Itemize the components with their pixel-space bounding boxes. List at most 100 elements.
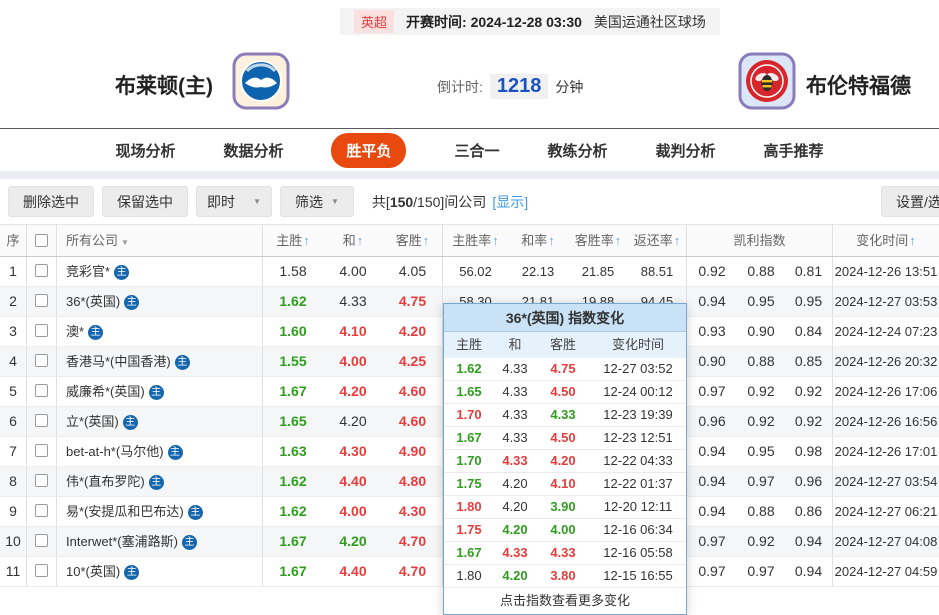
lose-odds[interactable]: 4.75: [399, 293, 426, 309]
win-odds[interactable]: 1.62: [279, 473, 306, 489]
company-name[interactable]: 伟*(直布罗陀): [66, 474, 145, 489]
nav-tab[interactable]: 教练分析: [548, 140, 608, 161]
company-name[interactable]: 澳*: [66, 324, 84, 339]
lose-odds[interactable]: 4.70: [399, 563, 426, 579]
draw-odds[interactable]: 4.00: [339, 353, 366, 369]
lose-odds[interactable]: 3.90: [550, 499, 575, 514]
draw-odds[interactable]: 4.20: [339, 383, 366, 399]
row-checkbox[interactable]: [35, 474, 48, 488]
show-link[interactable]: [显示]: [492, 194, 528, 210]
draw-odds[interactable]: 4.20: [339, 533, 366, 549]
win-odds[interactable]: 1.62: [279, 503, 306, 519]
lose-odds[interactable]: 4.00: [550, 522, 575, 537]
header-change-time-sort[interactable]: 变化时间↑: [833, 225, 939, 256]
company-name[interactable]: 易*(安提瓜和巴布达): [66, 504, 184, 519]
win-odds[interactable]: 1.67: [279, 563, 306, 579]
header-lose-sort[interactable]: 客胜↑: [383, 225, 443, 256]
lose-odds[interactable]: 4.33: [550, 545, 575, 560]
nav-tab[interactable]: 胜平负: [331, 132, 407, 168]
row-checkbox[interactable]: [35, 444, 48, 458]
company-name[interactable]: 10*(英国): [66, 564, 120, 579]
win-odds[interactable]: 1.70: [456, 453, 481, 468]
draw-odds[interactable]: 4.33: [339, 293, 366, 309]
company-name[interactable]: 香港马*(中国香港): [66, 354, 171, 369]
draw-odds[interactable]: 4.20: [502, 476, 527, 491]
draw-odds[interactable]: 4.33: [502, 361, 527, 376]
header-win-sort[interactable]: 主胜↑: [263, 225, 323, 256]
win-odds[interactable]: 1.67: [279, 533, 306, 549]
row-checkbox[interactable]: [35, 534, 48, 548]
row-checkbox[interactable]: [35, 354, 48, 368]
lose-odds[interactable]: 4.50: [550, 430, 575, 445]
row-checkbox[interactable]: [35, 564, 48, 578]
nav-tab[interactable]: 裁判分析: [656, 140, 716, 161]
draw-odds[interactable]: 4.33: [502, 407, 527, 422]
company-name[interactable]: 立*(英国): [66, 414, 119, 429]
win-odds[interactable]: 1.75: [456, 522, 481, 537]
nav-tab[interactable]: 三合一: [454, 140, 499, 161]
header-win-rate-sort[interactable]: 主胜率↑: [443, 225, 508, 256]
draw-odds[interactable]: 4.20: [502, 568, 527, 583]
company-name[interactable]: 威廉希*(英国): [66, 384, 145, 399]
win-odds[interactable]: 1.67: [456, 545, 481, 560]
nav-tab[interactable]: 高手推荐: [764, 140, 824, 161]
win-odds[interactable]: 1.75: [456, 476, 481, 491]
win-odds[interactable]: 1.70: [456, 407, 481, 422]
win-odds[interactable]: 1.63: [279, 443, 306, 459]
keep-selected-button[interactable]: 保留选中: [102, 186, 188, 217]
draw-odds[interactable]: 4.33: [502, 430, 527, 445]
draw-odds[interactable]: 4.40: [339, 473, 366, 489]
win-odds[interactable]: 1.62: [279, 293, 306, 309]
lose-odds[interactable]: 4.90: [399, 443, 426, 459]
win-odds[interactable]: 1.80: [456, 568, 481, 583]
company-name[interactable]: 竞彩官*: [66, 264, 110, 279]
draw-odds[interactable]: 4.10: [339, 323, 366, 339]
draw-odds[interactable]: 4.20: [502, 499, 527, 514]
row-checkbox[interactable]: [35, 414, 48, 428]
lose-odds[interactable]: 4.30: [399, 503, 426, 519]
lose-odds[interactable]: 4.25: [399, 353, 426, 369]
header-draw-sort[interactable]: 和↑: [323, 225, 383, 256]
lose-odds[interactable]: 3.80: [550, 568, 575, 583]
row-checkbox[interactable]: [35, 294, 48, 308]
company-name[interactable]: 36*(英国): [66, 294, 120, 309]
draw-odds[interactable]: 4.33: [502, 453, 527, 468]
lose-odds[interactable]: 4.75: [550, 361, 575, 376]
win-odds[interactable]: 1.60: [279, 323, 306, 339]
settings-button[interactable]: 设置/选择: [881, 186, 939, 217]
lose-odds[interactable]: 4.05: [399, 263, 426, 279]
company-name[interactable]: bet-at-h*(马尔他): [66, 444, 164, 459]
lose-odds[interactable]: 4.50: [550, 384, 575, 399]
nav-tab[interactable]: 现场分析: [115, 140, 175, 161]
lose-odds[interactable]: 4.10: [550, 476, 575, 491]
win-odds[interactable]: 1.65: [279, 413, 306, 429]
lose-odds[interactable]: 4.60: [399, 413, 426, 429]
draw-odds[interactable]: 4.00: [339, 263, 366, 279]
filter-dropdown[interactable]: 筛选 ▼: [280, 186, 354, 217]
win-odds[interactable]: 1.58: [279, 263, 306, 279]
win-odds[interactable]: 1.67: [456, 430, 481, 445]
row-checkbox[interactable]: [35, 324, 48, 338]
win-odds[interactable]: 1.80: [456, 499, 481, 514]
win-odds[interactable]: 1.55: [279, 353, 306, 369]
win-odds[interactable]: 1.67: [279, 383, 306, 399]
lose-odds[interactable]: 4.80: [399, 473, 426, 489]
lose-odds[interactable]: 4.70: [399, 533, 426, 549]
draw-odds[interactable]: 4.20: [502, 522, 527, 537]
win-odds[interactable]: 1.62: [456, 361, 481, 376]
select-all-checkbox[interactable]: [35, 233, 48, 247]
lose-odds[interactable]: 4.33: [550, 407, 575, 422]
row-checkbox[interactable]: [35, 504, 48, 518]
delete-selected-button[interactable]: 删除选中: [8, 186, 94, 217]
instant-dropdown[interactable]: 即时 ▼: [196, 186, 272, 217]
lose-odds[interactable]: 4.20: [550, 453, 575, 468]
draw-odds[interactable]: 4.40: [339, 563, 366, 579]
lose-odds[interactable]: 4.20: [399, 323, 426, 339]
lose-odds[interactable]: 4.60: [399, 383, 426, 399]
row-checkbox[interactable]: [35, 384, 48, 398]
row-checkbox[interactable]: [35, 264, 48, 278]
win-odds[interactable]: 1.65: [456, 384, 481, 399]
draw-odds[interactable]: 4.33: [502, 384, 527, 399]
header-draw-rate-sort[interactable]: 和率↑: [508, 225, 568, 256]
draw-odds[interactable]: 4.20: [339, 413, 366, 429]
